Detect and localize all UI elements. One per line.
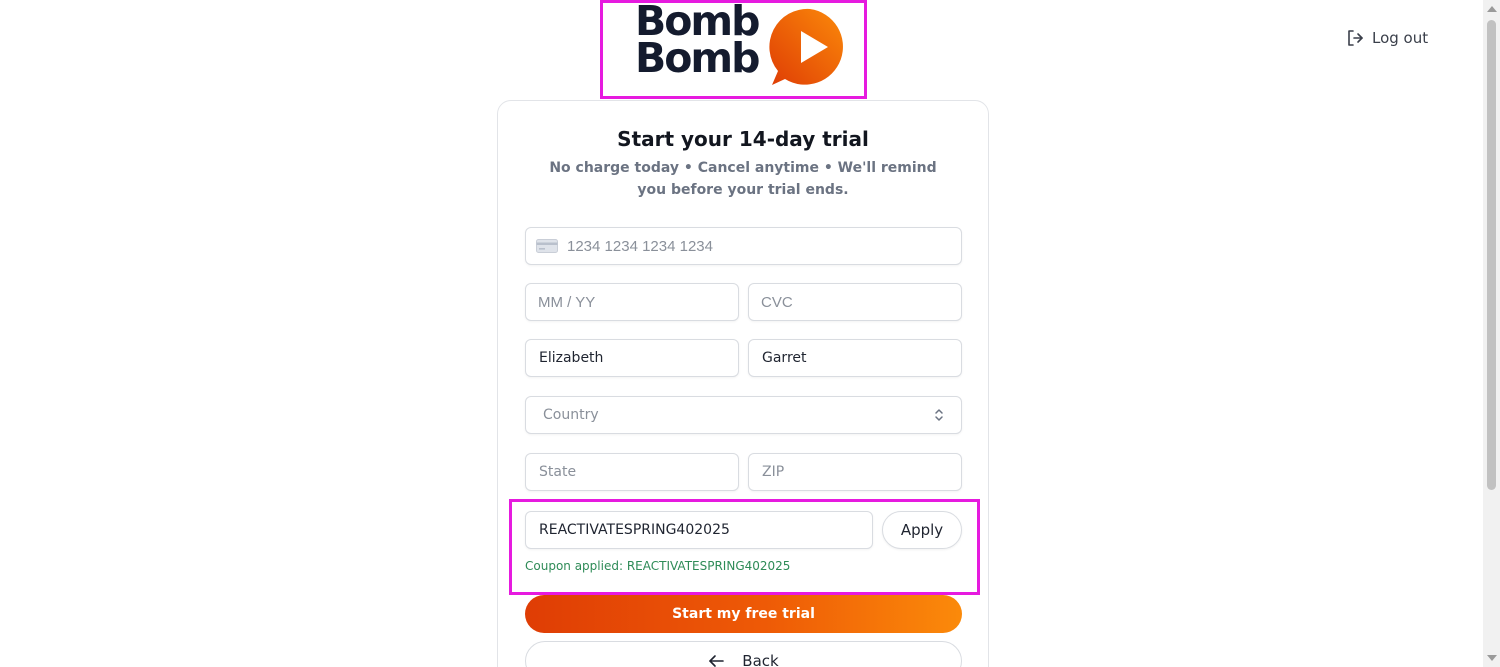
last-name-field[interactable] bbox=[748, 339, 962, 377]
state-input[interactable] bbox=[526, 454, 738, 490]
coupon-applied-message: Coupon applied: REACTIVATESPRING402025 bbox=[525, 559, 791, 573]
state-field[interactable] bbox=[525, 453, 739, 491]
credit-card-icon bbox=[536, 239, 558, 253]
cvc-field[interactable] bbox=[748, 283, 962, 321]
apply-coupon-button[interactable]: Apply bbox=[882, 511, 962, 549]
chevron-updown-icon bbox=[935, 409, 943, 421]
scroll-thumb[interactable] bbox=[1487, 20, 1496, 490]
expiry-field[interactable] bbox=[525, 283, 739, 321]
play-bubble-icon bbox=[769, 8, 843, 85]
brand-logo-wordmark: Bomb Bomb bbox=[635, 1, 760, 82]
start-free-trial-button[interactable]: Start my free trial bbox=[525, 595, 962, 633]
logo-line-2: Bomb bbox=[635, 34, 760, 82]
scroll-up-arrow-icon[interactable] bbox=[1487, 6, 1497, 12]
page-title: Start your 14-day trial bbox=[617, 127, 869, 151]
back-button[interactable]: Back bbox=[525, 641, 962, 667]
logo-highlight: Bomb Bomb bbox=[600, 0, 867, 99]
scroll-down-arrow-icon[interactable] bbox=[1487, 655, 1497, 661]
logout-label: Log out bbox=[1372, 29, 1429, 47]
zip-field[interactable] bbox=[748, 453, 962, 491]
page-scrollbar[interactable] bbox=[1483, 0, 1500, 667]
zip-input[interactable] bbox=[749, 454, 961, 490]
coupon-field[interactable] bbox=[525, 511, 873, 549]
logout-button[interactable]: Log out bbox=[1346, 28, 1428, 48]
coupon-input[interactable] bbox=[526, 512, 872, 548]
country-select[interactable]: Country bbox=[525, 396, 962, 434]
card-number-field[interactable] bbox=[525, 227, 962, 265]
first-name-field[interactable] bbox=[525, 339, 739, 377]
cvc-input[interactable] bbox=[749, 284, 961, 320]
back-label: Back bbox=[742, 652, 779, 667]
first-name-input[interactable] bbox=[526, 340, 738, 376]
last-name-input[interactable] bbox=[749, 340, 961, 376]
logout-icon bbox=[1348, 30, 1363, 46]
expiry-input[interactable] bbox=[526, 284, 738, 320]
country-placeholder: Country bbox=[543, 407, 599, 423]
card-number-input[interactable] bbox=[558, 228, 961, 264]
trial-signup-card: Start your 14-day trial No charge today … bbox=[497, 100, 989, 667]
page-subtitle: No charge today • Cancel anytime • We'll… bbox=[549, 160, 937, 198]
arrow-left-icon bbox=[709, 655, 725, 667]
